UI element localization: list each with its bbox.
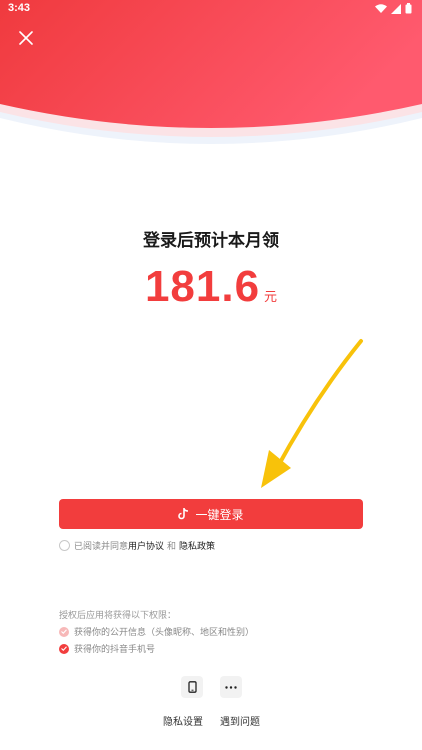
one-tap-login-button[interactable]: 一键登录 — [59, 499, 363, 529]
phone-icon — [187, 681, 197, 693]
login-button-label: 一键登录 — [195, 507, 244, 522]
permission-label: 获得你的公开信息（头像昵称、地区和性别） — [74, 628, 255, 638]
problem-link[interactable]: 遇到问题 — [220, 713, 260, 728]
battery-icon — [405, 3, 412, 14]
estimate-headline: 登录后预计本月领 — [143, 231, 279, 251]
estimate-amount-row: 181.6 元 — [0, 262, 422, 312]
privacy-settings-link[interactable]: 隐私设置 — [163, 713, 203, 728]
agreement-radio[interactable] — [59, 539, 70, 551]
close-icon — [19, 31, 33, 45]
agreement-prefix: 已阅读并同意 — [74, 541, 129, 552]
status-bar: 3:43 — [0, 0, 422, 18]
permissions-title: 授权后应用将获得以下权限： — [59, 611, 177, 621]
permission-item: 获得你的抖音手机号 — [59, 642, 155, 655]
header-banner — [0, 0, 422, 144]
more-icon — [225, 685, 237, 689]
agreement-and: 和 — [167, 541, 177, 552]
privacy-policy-link[interactable]: 隐私政策 — [179, 539, 215, 552]
amount-unit: 元 — [264, 290, 278, 305]
permission-label: 获得你的抖音手机号 — [74, 645, 156, 655]
signal-icon — [391, 3, 401, 14]
check-icon — [59, 626, 69, 637]
close-button[interactable] — [12, 24, 40, 52]
estimate-amount: 181.6 — [144, 262, 261, 311]
douyin-icon — [178, 508, 189, 520]
permission-item: 获得你的公开信息（头像昵称、地区和性别） — [59, 625, 254, 638]
wifi-icon — [375, 3, 387, 13]
arrow-pointer-icon — [261, 339, 363, 488]
phone-login-button[interactable] — [181, 676, 203, 698]
agreement-row: 已阅读并同意 用户协议 和 隐私政策 — [59, 538, 215, 552]
check-icon[interactable] — [59, 643, 69, 654]
status-time: 3:43 — [8, 2, 31, 14]
user-agreement-link[interactable]: 用户协议 — [128, 539, 164, 552]
more-options-button[interactable] — [220, 676, 242, 698]
